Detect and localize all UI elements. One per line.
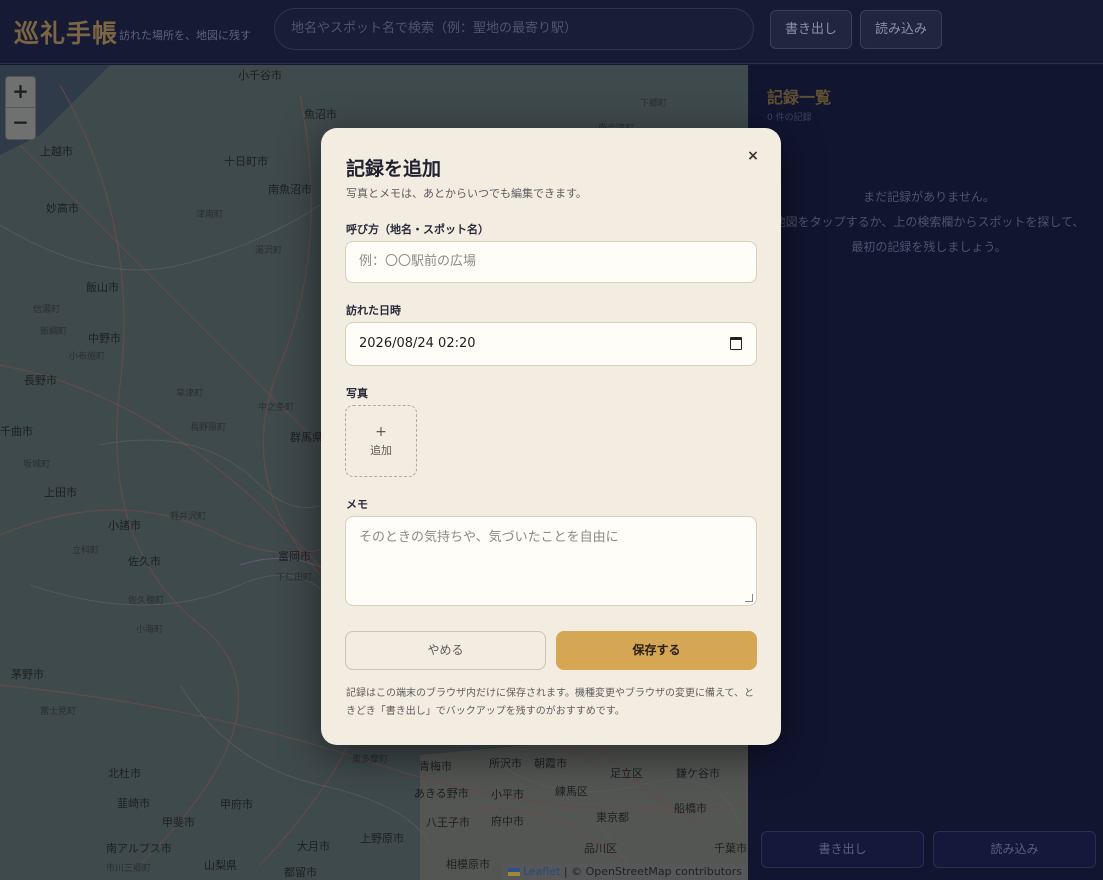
close-icon[interactable]: × <box>745 148 761 164</box>
name-label: 呼び方（地名・スポット名） <box>346 223 489 236</box>
memo-placeholder: そのときの気持ちや、気づいたことを自由に <box>359 530 619 545</box>
visit-datetime-input[interactable]: 2026/08/24 02:20 <box>345 322 757 366</box>
resize-handle-icon[interactable] <box>745 594 753 602</box>
photo-label: 写真 <box>346 387 368 400</box>
datetime-value: 2026/08/24 02:20 <box>359 336 476 351</box>
cancel-button[interactable]: やめる <box>345 631 546 670</box>
add-record-dialog: 記録を追加 × 写真とメモは、あとからいつでも編集できます。 呼び方（地名・スポ… <box>321 128 781 745</box>
dialog-subtitle: 写真とメモは、あとからいつでも編集できます。 <box>346 187 587 200</box>
add-photo-button[interactable]: + 追加 <box>345 405 417 477</box>
spot-name-input[interactable]: 例：〇〇駅前の広場 <box>345 241 757 283</box>
memo-textarea[interactable]: そのときの気持ちや、気づいたことを自由に <box>345 516 757 606</box>
dialog-title: 記録を追加 <box>346 158 442 180</box>
save-button[interactable]: 保存する <box>556 631 757 670</box>
calendar-icon[interactable] <box>730 337 742 350</box>
add-photo-label: 追加 <box>370 444 392 457</box>
storage-note: 記録はこの端末のブラウザ内だけに保存されます。機種変更やブラウザの変更に備えて、… <box>346 688 754 717</box>
memo-label: メモ <box>346 498 368 511</box>
date-label: 訪れた日時 <box>346 304 401 317</box>
plus-icon: + <box>375 424 387 440</box>
